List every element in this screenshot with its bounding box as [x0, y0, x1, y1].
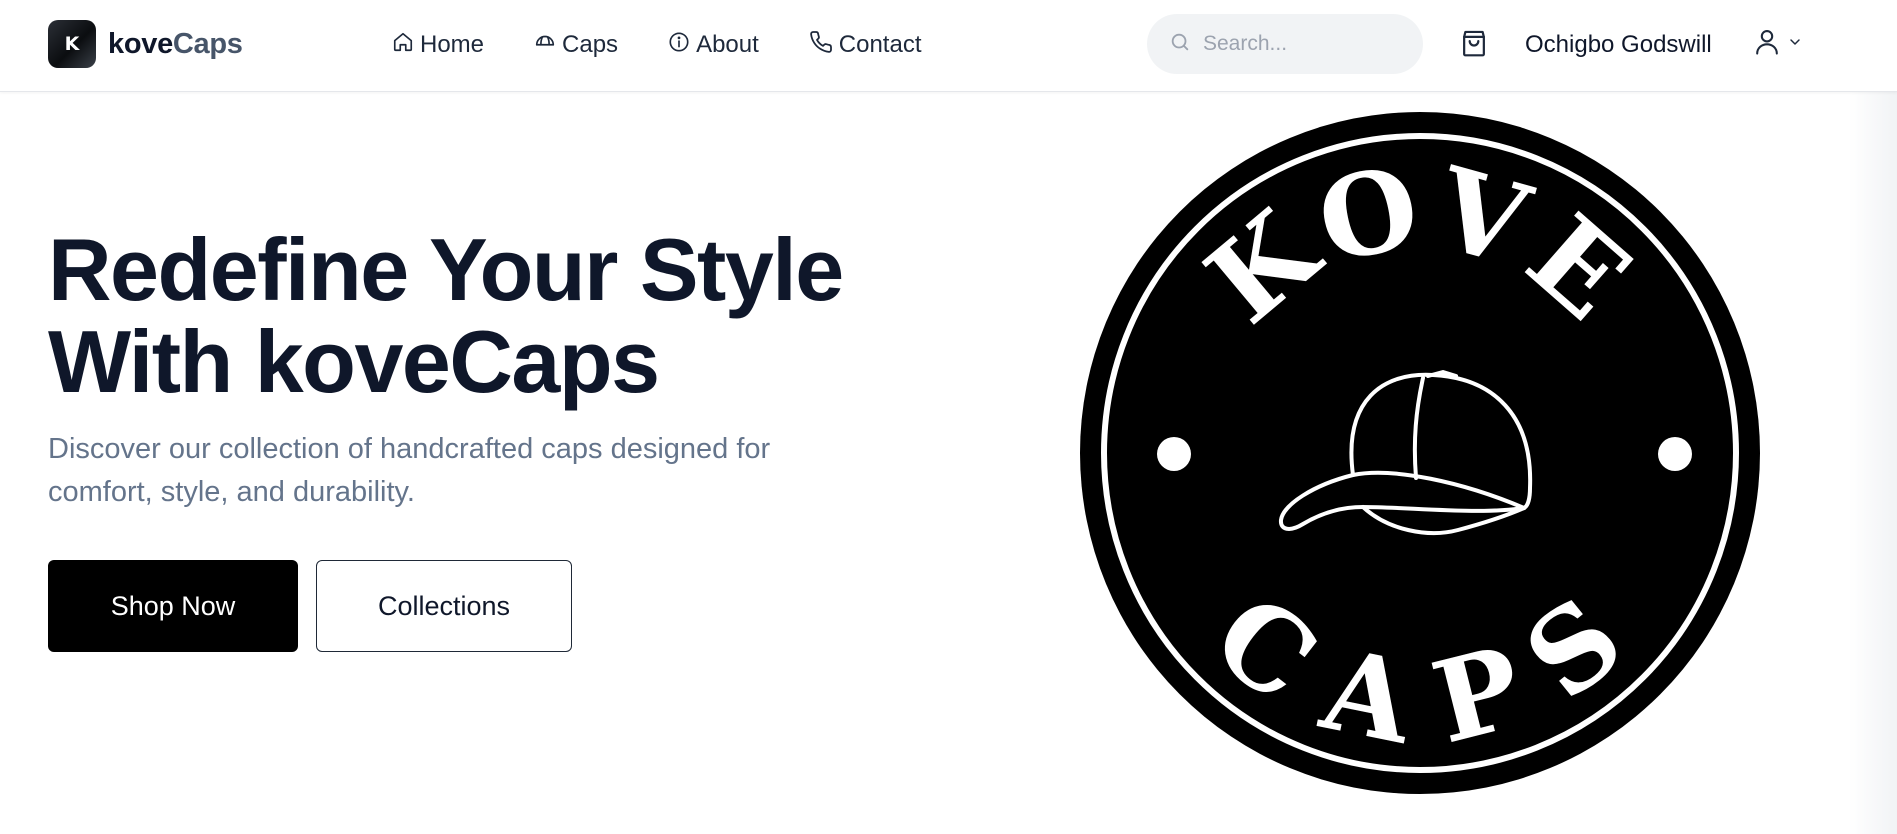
user-icon	[1753, 27, 1781, 62]
shop-now-button[interactable]: Shop Now	[48, 560, 298, 652]
logo-mark: K	[48, 20, 96, 68]
logo-letter: K	[64, 33, 80, 55]
brand-name-part1: kove	[108, 27, 173, 60]
nav-item-caps[interactable]: Caps	[534, 27, 618, 63]
hero-subtitle: Discover our collection of handcrafted c…	[48, 433, 771, 508]
user-name: Ochigbo Godswill	[1525, 31, 1712, 58]
page-edge-shade	[1849, 0, 1897, 834]
nav-item-home[interactable]: Home	[392, 27, 484, 63]
top-navbar: K koveCaps Home Caps About Contact Searc…	[0, 0, 1897, 92]
user-menu-button[interactable]	[1753, 27, 1803, 62]
hero-title-line2: With koveCaps	[48, 312, 660, 411]
nav-item-contact-label: Contact	[838, 31, 922, 58]
nav-item-caps-label: Caps	[562, 31, 619, 58]
nav-item-home-label: Home	[420, 31, 485, 58]
nav-item-contact[interactable]: Contact	[809, 27, 922, 63]
search-icon	[1169, 31, 1191, 58]
shopping-bag-icon	[1459, 30, 1489, 63]
home-icon	[392, 31, 420, 60]
phone-icon	[809, 30, 839, 61]
nav-item-about[interactable]: About	[668, 27, 759, 63]
brand-name-part2: Caps	[172, 27, 243, 60]
chevron-down-icon	[1787, 34, 1803, 55]
main-nav: Home Caps About Contact	[392, 27, 972, 63]
brand-name: koveCaps	[108, 28, 243, 61]
info-icon	[668, 31, 696, 60]
search-input[interactable]	[1203, 32, 1403, 56]
cap-icon	[534, 31, 562, 60]
brand-logo-link[interactable]: K koveCaps	[48, 20, 243, 68]
hero-title-line1: Redefine Your Style	[48, 220, 844, 319]
nav-item-about-label: About	[696, 31, 759, 58]
collections-button[interactable]: Collections	[316, 560, 572, 652]
search-bar	[1147, 14, 1423, 74]
cart-button[interactable]	[1459, 27, 1489, 64]
hero-title: Redefine Your Style With koveCaps	[48, 224, 928, 408]
kovecaps-emblem: KOVE CAPS	[1080, 112, 1760, 794]
